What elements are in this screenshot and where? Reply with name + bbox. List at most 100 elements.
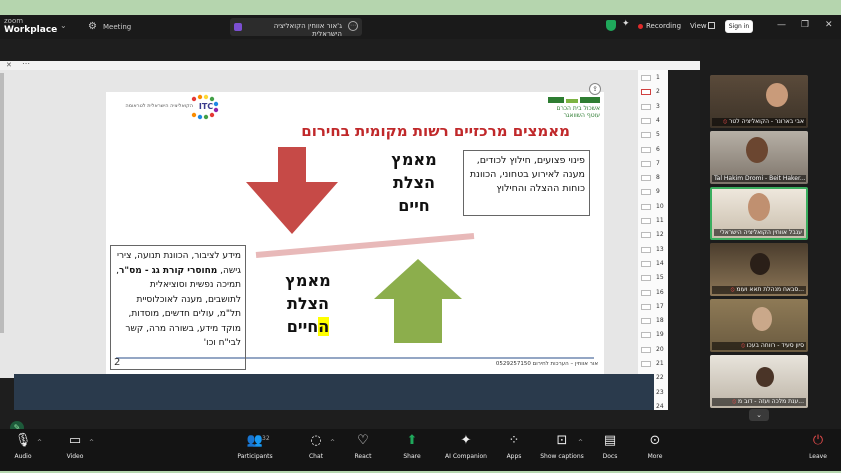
- top-label-line1: מאמץ: [391, 150, 437, 169]
- slide-thumbnail-number: 15: [656, 274, 664, 282]
- screen-share-icon[interactable]: ⇪: [589, 83, 601, 95]
- slide-thumbnail-number: 16: [656, 288, 664, 296]
- audio-button[interactable]: 🎙 Audio ^: [3, 433, 43, 460]
- more-icon[interactable]: ⋯: [348, 21, 358, 31]
- captions-label: Show captions: [540, 453, 584, 460]
- participant-name: ⦸ ענת מלכה ועזה - דוב מ...: [712, 398, 806, 406]
- apps-button[interactable]: ⁘ Apps: [494, 433, 534, 460]
- slide-footer: אור אווחין – הערכות לחירום 0529257150: [495, 361, 598, 367]
- chevron-up-icon[interactable]: ^: [37, 439, 42, 446]
- slide-thumbnail[interactable]: [641, 175, 651, 182]
- captions-button[interactable]: ⊡ Show captions ^: [538, 433, 586, 460]
- participant-name: ⦸ סבאח מנהלת תאא ועומ...: [712, 286, 806, 294]
- itc-logo: ITC: [198, 102, 214, 111]
- slide-thumbnail-number: 23: [656, 388, 664, 396]
- slide-thumbnail-number: 5: [656, 131, 660, 139]
- participant-tile-active[interactable]: ענבל אווחין הקואליציה הישראלי: [710, 187, 808, 240]
- slide-thumbnail[interactable]: [641, 318, 651, 325]
- title-bar: zoom Workplace ⌄ ⚙ Meeting ג'אור אווחין …: [0, 15, 841, 39]
- close-icon[interactable]: ✕: [6, 61, 12, 70]
- share-screen-icon: ⬆: [406, 433, 418, 448]
- sparkle-icon[interactable]: ✦: [622, 19, 630, 29]
- chevron-up-icon[interactable]: ^: [89, 439, 94, 446]
- slide-thumbnail[interactable]: [641, 361, 651, 367]
- participant-tile[interactable]: ⦸ אבי בארונר - הקואליציה לטר: [710, 75, 808, 128]
- logo-right-sub: עוטף השוואגר: [563, 112, 600, 119]
- slide-thumbnail[interactable]: [641, 232, 651, 239]
- chevron-up-icon[interactable]: ^: [578, 439, 583, 446]
- chevron-down-icon[interactable]: ⌄: [60, 21, 67, 30]
- more-icon: ⊙: [649, 433, 661, 448]
- zoom-window: zoom Workplace ⌄ ⚙ Meeting ג'אור אווחין …: [0, 15, 841, 471]
- bottom-label-rest: חיים: [286, 317, 319, 336]
- slide-thumbnail-number: 24: [656, 402, 664, 410]
- slide-thumbnail[interactable]: [641, 89, 651, 96]
- chevron-up-icon[interactable]: ^: [330, 439, 335, 446]
- more-icon[interactable]: ⋯: [22, 59, 30, 68]
- docs-button[interactable]: ▤ Docs: [590, 433, 630, 460]
- shared-screen: ✕ ⋯ אשכול בית הכרם עוטף השוואגר ITC הקוא…: [0, 39, 700, 435]
- recording-label[interactable]: Recording: [646, 22, 681, 30]
- up-arrow: [374, 259, 462, 343]
- ai-companion-label: AI Companion: [445, 453, 487, 460]
- participants-icon: 👥: [246, 433, 264, 448]
- slide-thumbnail[interactable]: [641, 332, 651, 339]
- close-icon[interactable]: ✕: [825, 20, 833, 30]
- minimize-icon[interactable]: —: [777, 20, 786, 30]
- slide-thumbnail-number: 17: [656, 302, 664, 310]
- slide-thumbnail[interactable]: [641, 246, 651, 253]
- slide-thumbnail-number: 1: [656, 74, 660, 81]
- slide-thumbnail[interactable]: [641, 275, 651, 282]
- participant-name: Tal Hakim Dromi - Beit Haker...: [712, 175, 806, 182]
- slide-thumbnail[interactable]: [641, 218, 651, 224]
- app-icon: [234, 23, 242, 31]
- participant-tile[interactable]: ⦸ סבאח מנהלת תאא ועומ...: [710, 243, 808, 296]
- meeting-label[interactable]: Meeting: [103, 23, 131, 31]
- slide-thumbnail[interactable]: [641, 117, 651, 124]
- react-button[interactable]: ♡ React: [343, 433, 383, 460]
- slide-thumbnail[interactable]: [641, 189, 651, 196]
- share-bottom-strip: [0, 410, 700, 429]
- participant-tile[interactable]: ⦸ סיון סעיד - רווחה בעכו: [710, 299, 808, 352]
- slide-thumbnail-number: 2: [656, 88, 660, 96]
- top-effort-label: מאמץ הצלת חיים: [378, 148, 450, 217]
- sign-in-button[interactable]: Sign in: [725, 20, 753, 33]
- view-icon[interactable]: [708, 22, 715, 29]
- docs-label: Docs: [602, 453, 618, 460]
- more-button[interactable]: ⊙ More: [635, 433, 675, 460]
- slide-thumbnail[interactable]: [641, 132, 651, 139]
- slide-thumbnail[interactable]: [641, 103, 651, 110]
- share-button[interactable]: ⬆ Share: [392, 433, 432, 460]
- slide-thumbnail[interactable]: [641, 260, 651, 267]
- meeting-toolbar: 🎙 Audio ^ ▭ Video ^ 👥 Participants 32 ◌ …: [0, 429, 841, 471]
- slide-title: מאמצים מרכזיים רשות מקומית בחירום: [301, 122, 570, 140]
- slide-thumbnail-number: 19: [656, 331, 664, 339]
- zoom-brand[interactable]: zoom Workplace: [4, 17, 57, 35]
- slide-thumbnail-number: 20: [656, 345, 664, 353]
- slide-thumbnail[interactable]: [641, 346, 651, 353]
- left-box-text2: , תמיכה נפשית וסוציאלית לתושבים, מענה לא…: [116, 265, 241, 349]
- view-label[interactable]: View: [690, 22, 707, 30]
- restore-icon[interactable]: ❐: [801, 20, 809, 30]
- slide-thumbnail[interactable]: [641, 289, 651, 296]
- slide-thumbnail[interactable]: [641, 75, 651, 81]
- chevron-down-icon[interactable]: ⌄: [749, 409, 769, 421]
- participant-tile[interactable]: Tal Hakim Dromi - Beit Haker...: [710, 131, 808, 184]
- slide-thumbnail[interactable]: [641, 160, 651, 167]
- participants-button[interactable]: 👥 Participants 32: [232, 433, 278, 460]
- slide-thumbnail[interactable]: [641, 203, 651, 210]
- highlighted-letter: ה: [318, 317, 330, 336]
- slide-thumbnail[interactable]: [641, 303, 651, 310]
- slide-thumbnail-number: 13: [656, 245, 664, 253]
- video-button[interactable]: ▭ Video ^: [55, 433, 95, 460]
- ai-companion-button[interactable]: ✦ AI Companion: [438, 433, 494, 460]
- leave-button[interactable]: ⏻ Leave: [798, 433, 838, 460]
- scrollbar[interactable]: [0, 73, 4, 333]
- participant-tile[interactable]: ⦸ ענת מלכה ועזה - דוב מ...: [710, 355, 808, 408]
- brand-line2: Workplace: [4, 25, 58, 35]
- down-arrow: [246, 147, 338, 234]
- meeting-tab[interactable]: ג'אור אווחין הקואליציה הישראלית ⋯: [230, 18, 362, 38]
- chat-button[interactable]: ◌ Chat ^: [296, 433, 336, 460]
- shield-icon[interactable]: [606, 20, 616, 31]
- slide-thumbnail[interactable]: [641, 146, 651, 153]
